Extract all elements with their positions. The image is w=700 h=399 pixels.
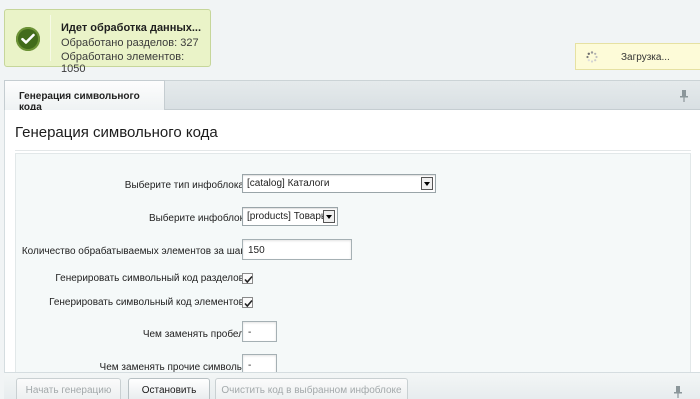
tab-bar: Генерация символьного кода (4, 80, 700, 113)
step-count-label: Количество обрабатываемых элементов за ш… (21, 246, 244, 257)
page-title: Генерация символьного кода (15, 124, 218, 141)
bottom-toolbar: Начать генерацию Остановить Очистить код… (4, 372, 700, 399)
iblock-type-select[interactable]: [catalog] Каталоги (242, 174, 436, 193)
space-replace-input[interactable]: - (242, 321, 277, 342)
title-divider (15, 150, 691, 151)
gen-elements-label: Генерировать символьный код элементов (49, 297, 244, 308)
loading-text: Загрузка... (621, 52, 670, 63)
gen-sections-checkbox[interactable] (242, 273, 253, 284)
space-replace-label: Чем заменять пробел (142, 329, 244, 340)
spinner-icon (586, 51, 598, 63)
iblock-value: [products] Товары (247, 211, 329, 222)
stop-button[interactable]: Остановить (128, 378, 210, 399)
notification-divider (50, 15, 51, 61)
iblock-label: Выберите инфоблок (148, 213, 244, 224)
notification-title: Идет обработка данных... (61, 22, 202, 34)
clear-code-button[interactable]: Очистить код в выбранном инфоблоке (215, 378, 408, 399)
status-notification: Идет обработка данных... Обработано разд… (4, 9, 211, 75)
start-generation-button[interactable]: Начать генерацию (16, 378, 121, 399)
iblock-type-value: [catalog] Каталоги (247, 178, 330, 189)
pin-icon[interactable] (674, 386, 682, 398)
iblock-select[interactable]: [products] Товары (242, 207, 338, 226)
settings-form: Выберите тип инфоблока [catalog] Каталог… (15, 153, 691, 375)
chevron-down-icon[interactable] (421, 177, 433, 190)
notification-elements-count: Обработано элементов: 1050 (61, 51, 185, 75)
step-count-input[interactable]: 150 (242, 239, 352, 260)
content-panel: Генерация символьного кода Выберите тип … (4, 110, 700, 375)
check-icon (16, 27, 40, 51)
notification-sections-count: Обработано разделов: 327 (61, 37, 199, 49)
tab-generate-code[interactable]: Генерация символьного кода (4, 80, 165, 113)
iblock-type-label: Выберите тип инфоблока (124, 180, 244, 191)
loading-indicator: Загрузка... (575, 43, 700, 70)
chevron-down-icon[interactable] (323, 210, 335, 223)
gen-elements-checkbox[interactable] (242, 297, 253, 308)
gen-sections-label: Генерировать символьный код разделов (55, 273, 244, 284)
pin-icon[interactable] (680, 90, 688, 102)
